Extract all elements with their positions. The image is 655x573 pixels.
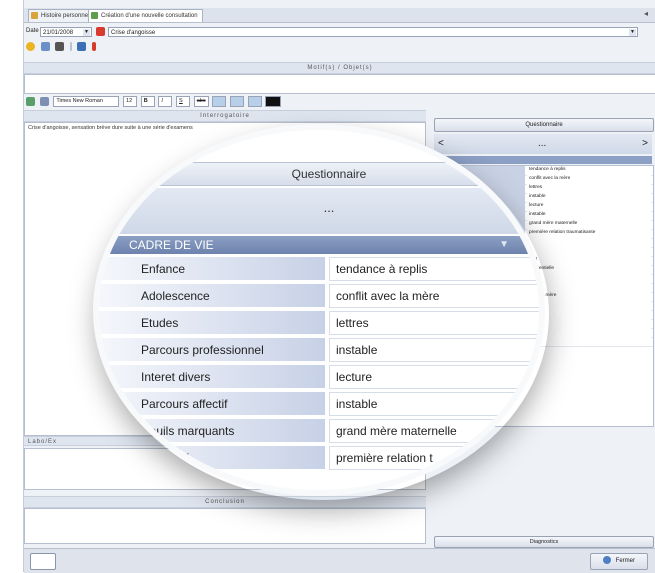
align-center-icon[interactable] <box>229 96 244 107</box>
date-label: Date <box>26 28 39 34</box>
print-icon[interactable] <box>55 42 65 52</box>
lens-question-row: Sexualité première relation t <box>99 445 539 471</box>
small-question-value[interactable]: existentielle <box>527 265 651 274</box>
consultation-type-select[interactable]: Crise d'angoisse ▼ <box>108 27 638 37</box>
date-input[interactable]: 21/01/2008 ▼ <box>40 27 92 37</box>
small-question-value[interactable]: instable <box>527 193 651 202</box>
lens-question-label: Parcours professionnel <box>99 338 325 362</box>
lens-question-label: Sexualité <box>99 446 325 470</box>
copy-icon[interactable] <box>39 97 49 106</box>
lens-answer-field[interactable]: lettres <box>329 311 539 335</box>
lens-answer-field[interactable]: lecture <box>329 365 539 389</box>
align-left-icon[interactable] <box>212 96 227 107</box>
consultation-icon <box>91 12 98 19</box>
lens-content: Questionnaire ... CADRE DE VIE ▼ Enfance… <box>99 130 539 490</box>
font-select[interactable]: Times New Roman <box>53 96 120 107</box>
format-toolbar: Times New Roman 12 B I S abc <box>26 96 436 108</box>
lens-section-header[interactable]: CADRE DE VIE ▼ <box>99 236 539 254</box>
nav-mid: ... <box>538 138 547 149</box>
chevron-down-icon[interactable]: ▼ <box>83 29 90 36</box>
motif-header: Motif(s) / Objet(s) <box>24 62 655 74</box>
bold-button[interactable]: B <box>140 96 155 107</box>
lens-question-row: Enfance tendance à replis <box>99 256 539 282</box>
list-icon[interactable] <box>247 96 262 107</box>
conclusion-field[interactable] <box>24 508 426 544</box>
type-icon <box>96 27 105 36</box>
small-question-value[interactable]: tendance à replis <box>527 166 651 175</box>
lens-question-label: Etudes <box>99 311 325 335</box>
lens-nav[interactable]: ... <box>99 188 539 234</box>
underline-button[interactable]: S <box>176 96 191 107</box>
diagnostics-button[interactable]: Diagnostics <box>434 536 654 548</box>
strike-button[interactable]: abc <box>193 96 209 107</box>
lens-answer-field[interactable]: grand mère maternelle <box>329 419 539 443</box>
italic-button[interactable]: I <box>158 96 173 107</box>
lens-question-row: Parcours professionnel instable <box>99 337 539 363</box>
toolbar-separator <box>69 42 72 52</box>
lens-question-row: Interet divers lecture <box>99 364 539 390</box>
next-button[interactable]: > <box>642 138 648 149</box>
lens-question-label: Deuils marquants <box>99 419 325 443</box>
calculator-icon[interactable] <box>77 42 87 52</box>
motif-field[interactable] <box>24 74 655 94</box>
small-question-value[interactable]: conflit avec la mère <box>527 175 651 184</box>
lens-answer-field[interactable]: instable <box>329 392 539 416</box>
lens-question-row: Etudes lettres <box>99 310 539 336</box>
date-row: Date 21/01/2008 ▼ Crise d'angoisse ▼ <box>26 26 654 38</box>
lens-answer-field[interactable]: instable <box>329 338 539 362</box>
interrogatoire-header: Interrogatoire <box>24 110 426 122</box>
color-picker[interactable] <box>265 96 282 107</box>
lens-answer-field[interactable]: première relation t <box>329 446 539 470</box>
small-question-value[interactable] <box>527 247 651 256</box>
alert-icon[interactable] <box>91 42 96 52</box>
small-question-value[interactable]: lettres <box>527 184 651 193</box>
lens-answer-field[interactable]: conflit avec la mère <box>329 284 539 308</box>
lens-question-row: Deuils marquants grand mère maternelle <box>99 418 539 444</box>
close-tab-icon[interactable]: ◂ <box>644 9 648 18</box>
action-toolbar <box>26 41 99 53</box>
lens-question-row: Parcours affectif instable <box>99 391 539 417</box>
bottom-bar: Fermer <box>24 548 655 573</box>
small-question-value[interactable] <box>527 238 651 247</box>
spellcheck-icon[interactable] <box>26 97 35 106</box>
lens-title: Questionnaire <box>99 162 539 186</box>
lens-answer-field[interactable]: tendance à replis <box>329 257 539 281</box>
lens-question-label: Enfance <box>99 257 325 281</box>
chevron-down-icon[interactable]: ▼ <box>499 236 509 254</box>
edit-icon[interactable] <box>40 42 50 52</box>
small-question-value[interactable]: instable <box>527 211 651 220</box>
screen-icon[interactable] <box>30 553 56 570</box>
small-question-value[interactable]: tout <box>527 256 651 265</box>
small-question-value[interactable]: grand mère maternelle <box>527 220 651 229</box>
conclusion-header: Conclusion <box>24 496 426 508</box>
tab-nouvelle-consultation[interactable]: Création d'une nouvelle consultation <box>88 9 203 22</box>
small-question-value[interactable]: première relation traumatisante <box>527 229 651 238</box>
magnifier-lens: Questionnaire ... CADRE DE VIE ▼ Enfance… <box>93 124 545 496</box>
tab-bar: Histoire personnelle Création d'une nouv… <box>24 8 655 23</box>
close-icon <box>602 556 611 565</box>
font-size-select[interactable]: 12 <box>123 96 138 107</box>
close-button[interactable]: Fermer <box>590 553 648 570</box>
lens-question-row: Adolescence conflit avec la mère <box>99 283 539 309</box>
person-icon <box>31 12 38 19</box>
lens-question-label: Interet divers <box>99 365 325 389</box>
chevron-down-icon[interactable]: ▼ <box>629 29 636 36</box>
small-question-value[interactable]: lecture <box>527 202 651 211</box>
lens-question-label: Adolescence <box>99 284 325 308</box>
lens-question-label: Parcours affectif <box>99 392 325 416</box>
save-icon[interactable] <box>26 42 35 52</box>
